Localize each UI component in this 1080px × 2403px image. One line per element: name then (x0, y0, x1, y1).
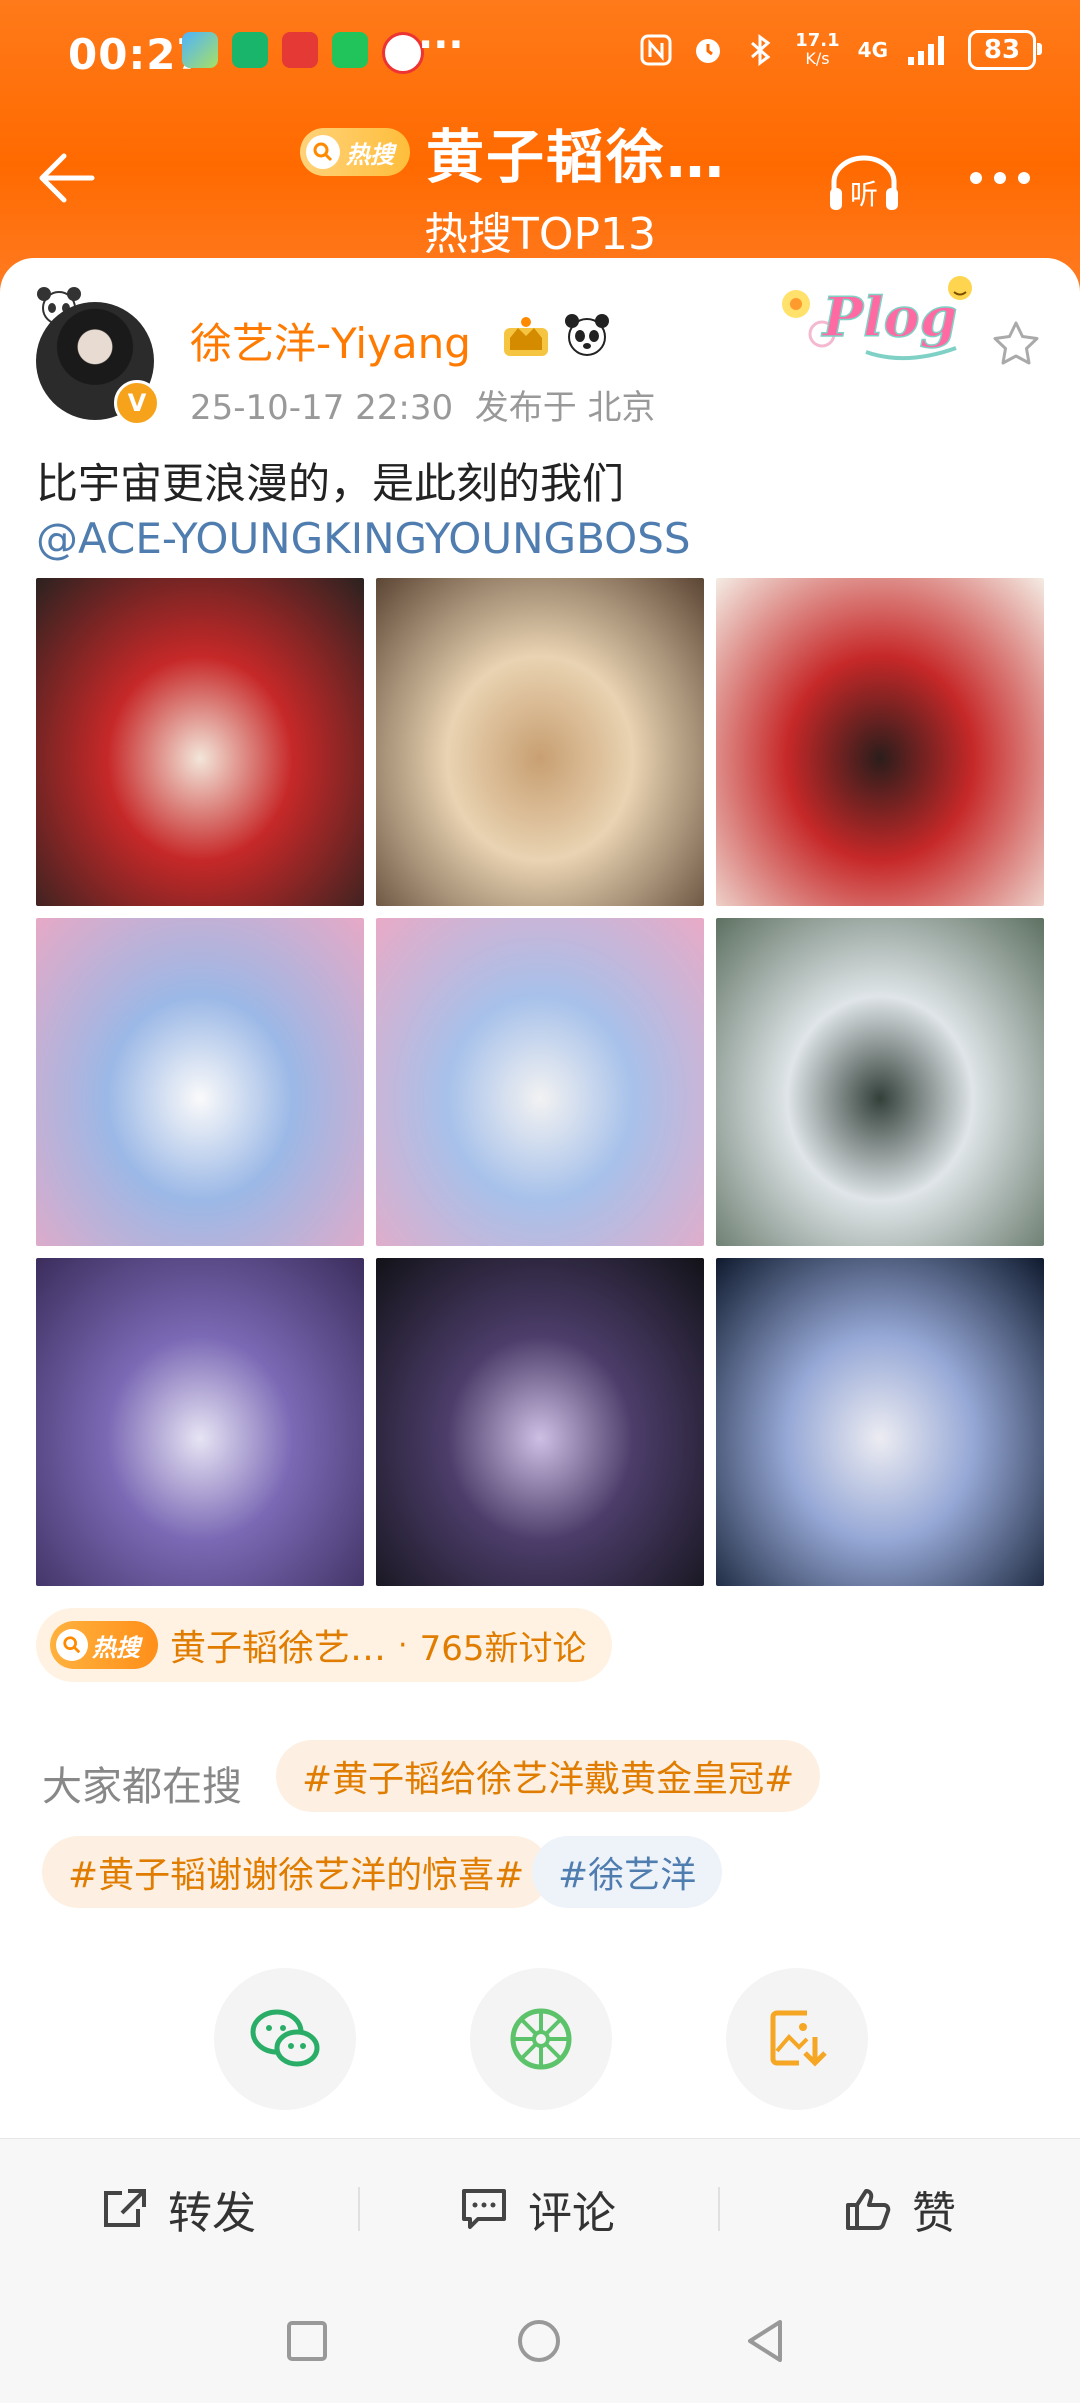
save-image-icon (770, 2010, 827, 2067)
hot-topic-name: 黄子韬徐艺… (170, 1628, 387, 1669)
related-tag-1[interactable]: #黄子韬给徐艺洋戴黄金皇冠# (276, 1740, 821, 1812)
hot-search-badge: 热搜 (300, 128, 410, 176)
more-options-icon[interactable] (970, 172, 1030, 184)
crown-badge-icon (504, 317, 548, 356)
photo-veil[interactable] (376, 578, 704, 906)
alarm-icon (696, 39, 721, 63)
status-bar: 00:27 ··· 17.1 K/s 4G 83 (0, 0, 1080, 110)
page-subtitle: 热搜TOP13 (423, 209, 657, 260)
net-speed: 17.1 K/s (795, 30, 840, 68)
share-moments-button[interactable] (470, 1968, 612, 2110)
search-icon (306, 135, 340, 169)
game-app-icon (182, 32, 218, 68)
related-tag-2[interactable]: #黄子韬谢谢徐艺洋的惊喜# (42, 1836, 551, 1908)
wechat-icon (250, 2009, 320, 2067)
like-label: 赞 (912, 2188, 956, 2239)
comment-button[interactable]: 评论 (460, 2139, 616, 2279)
photo-grid (36, 578, 1044, 1586)
recent-apps-icon[interactable] (286, 2320, 328, 2362)
photo-spotlight-stage[interactable] (376, 1258, 704, 1586)
post-text: 比宇宙更浪漫的，是此刻的我们 (36, 459, 625, 508)
plog-sticker: Plog (782, 276, 972, 361)
hot-topic-pill[interactable]: 热搜 黄子韬徐艺… · 765新讨论 (36, 1608, 613, 1682)
sports-app-icon (232, 32, 268, 68)
listen-icon[interactable]: 听 (826, 152, 902, 216)
photo-flower-wall-couple[interactable] (36, 918, 364, 1246)
hot-topic-badge: 热搜 (50, 1621, 158, 1669)
repost-label: 转发 (168, 2188, 256, 2239)
post-meta: 25-10-17 22:30 发布于 北京 (190, 380, 656, 429)
status-more-icon: ··· (418, 22, 464, 68)
post-action-bar: 转发 评论 赞 (0, 2138, 1080, 2279)
photo-bride-closeup[interactable] (716, 578, 1044, 906)
back-nav-icon[interactable] (744, 2318, 786, 2364)
bluetooth-icon (751, 34, 771, 66)
status-right: 17.1 K/s 4G 83 (639, 30, 1042, 70)
photo-walk-down[interactable] (716, 1258, 1044, 1586)
hot-badge-label: 热搜 (346, 140, 394, 169)
network-type: 4G (857, 38, 888, 62)
signal-icon (908, 36, 944, 65)
action-divider (358, 2187, 360, 2231)
hot-topic-separator: · (398, 1627, 408, 1663)
repost-button[interactable]: 转发 (100, 2139, 256, 2279)
repost-icon (104, 2189, 146, 2227)
hot-topic-count: 765新讨论 (419, 1628, 587, 1669)
like-button[interactable]: 赞 (844, 2139, 956, 2279)
photo-stage-galaxy[interactable] (36, 1258, 364, 1586)
photo-flower-wall-kiss[interactable] (376, 918, 704, 1246)
thumbs-up-icon (846, 2189, 891, 2230)
hot-topic-badge-label: 热搜 (92, 1633, 140, 1662)
favorite-star-icon[interactable] (990, 318, 1042, 370)
nav-title-group[interactable]: 热搜 黄子韬徐… (300, 112, 726, 192)
wechat-status-icon (332, 32, 368, 68)
photo-crown-ceremony[interactable] (36, 578, 364, 906)
listen-label: 听 (850, 178, 878, 211)
huawei-app-icon (282, 32, 318, 68)
related-tag-3[interactable]: #徐艺洋 (532, 1836, 723, 1908)
battery-indicator: 83 (968, 30, 1042, 70)
svg-text:Plog: Plog (821, 285, 958, 349)
post-location: 发布于 北京 (474, 388, 656, 428)
post-mention-link[interactable]: @ACE-YOUNGKINGYOUNGBOSS (36, 514, 691, 563)
comment-label: 评论 (528, 2188, 616, 2239)
moments-icon (510, 2008, 572, 2070)
nfc-icon (640, 34, 672, 66)
system-navigation-bar (0, 2278, 1080, 2403)
photo-outdoor-aisle[interactable] (716, 918, 1044, 1246)
share-wechat-button[interactable] (214, 1968, 356, 2110)
search-icon (56, 1629, 88, 1661)
save-image-button[interactable] (726, 1968, 868, 2110)
verified-badge: V (114, 380, 160, 426)
comment-icon (462, 2189, 506, 2229)
post-timestamp: 25-10-17 22:30 (190, 388, 454, 428)
panda-icon (565, 314, 609, 356)
related-search-label: 大家都在搜 (42, 1764, 242, 1810)
action-divider (718, 2187, 720, 2231)
page-title: 黄子韬徐… (426, 123, 727, 191)
home-icon[interactable] (516, 2318, 562, 2364)
status-app-icons (182, 32, 424, 74)
author-name[interactable]: 徐艺洋-Yiyang (190, 310, 471, 371)
